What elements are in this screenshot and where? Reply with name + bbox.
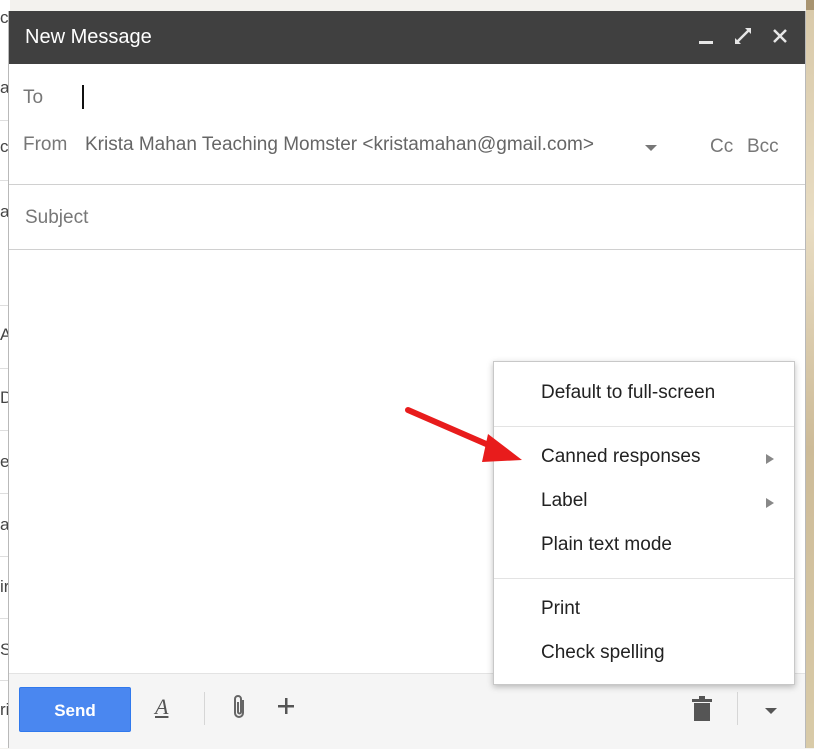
text-format-icon[interactable]: A bbox=[155, 694, 168, 720]
menu-item-label: Default to full-screen bbox=[541, 382, 716, 403]
close-icon[interactable] bbox=[768, 24, 792, 48]
to-label: To bbox=[23, 87, 44, 108]
from-address[interactable]: Krista Mahan Teaching Momster <kristamah… bbox=[85, 134, 594, 156]
menu-separator bbox=[494, 426, 794, 427]
expand-icon[interactable] bbox=[731, 24, 755, 48]
menu-item-label: Label bbox=[541, 490, 588, 511]
trash-icon[interactable] bbox=[691, 696, 713, 727]
send-button[interactable]: Send bbox=[19, 687, 131, 732]
plus-icon[interactable] bbox=[276, 690, 296, 722]
desktop-background bbox=[806, 0, 814, 10]
compose-titlebar[interactable]: New Message bbox=[9, 11, 805, 64]
menu-item-label: Check spelling bbox=[541, 642, 665, 663]
subject-field[interactable] bbox=[23, 203, 787, 233]
chevron-down-icon[interactable] bbox=[645, 145, 657, 151]
to-field[interactable] bbox=[81, 84, 685, 112]
compose-title: New Message bbox=[25, 26, 152, 48]
from-label: From bbox=[23, 134, 68, 155]
text-cursor bbox=[82, 85, 84, 109]
minimize-icon[interactable] bbox=[694, 24, 718, 48]
annotation-arrow-icon bbox=[405, 407, 522, 462]
menu-item-label: Plain text mode bbox=[541, 534, 672, 555]
menu-item-label: Print bbox=[541, 598, 581, 619]
menu-separator bbox=[494, 578, 794, 579]
menu-item-default-full-screen[interactable]: Default to full-screen bbox=[494, 376, 794, 412]
menu-item-label: Canned responses bbox=[541, 446, 701, 467]
menu-item-plain-text-mode[interactable]: Plain text mode bbox=[494, 528, 794, 564]
menu-item-label[interactable]: Label bbox=[494, 484, 794, 520]
submenu-arrow-icon bbox=[766, 498, 774, 508]
divider bbox=[737, 692, 738, 725]
subject-row bbox=[9, 185, 805, 250]
submenu-arrow-icon bbox=[766, 454, 774, 464]
divider bbox=[204, 692, 205, 725]
menu-item-canned-responses[interactable]: Canned responses bbox=[494, 440, 794, 476]
cc-link[interactable]: Cc bbox=[710, 136, 733, 158]
desktop-background bbox=[806, 0, 814, 748]
menu-item-print[interactable]: Print bbox=[494, 592, 794, 628]
chevron-down-icon[interactable] bbox=[765, 708, 777, 714]
to-row: To bbox=[9, 64, 805, 124]
from-row: From Krista Mahan Teaching Momster <kris… bbox=[9, 124, 805, 185]
more-options-menu: Default to full-screen Canned responses … bbox=[493, 361, 795, 685]
menu-item-check-spelling[interactable]: Check spelling bbox=[494, 636, 794, 672]
bcc-link[interactable]: Bcc bbox=[747, 136, 779, 158]
paperclip-icon[interactable] bbox=[231, 694, 249, 725]
